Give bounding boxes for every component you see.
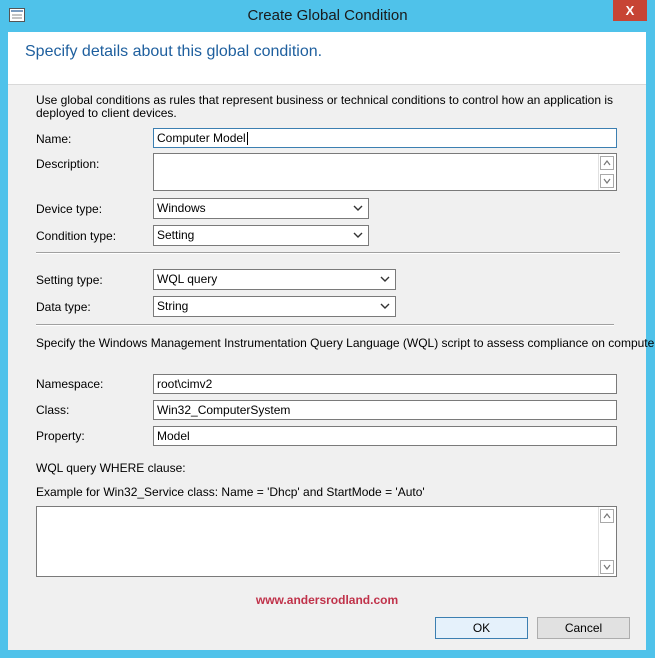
watermark-text: www.andersrodland.com	[255, 593, 399, 607]
scroll-up-icon[interactable]	[600, 509, 614, 523]
device-type-value: Windows	[157, 201, 206, 215]
device-type-select[interactable]: Windows	[153, 198, 369, 219]
header-band: Specify details about this global condit…	[8, 32, 646, 85]
title-bar[interactable]: Create Global Condition X	[0, 0, 655, 32]
setting-type-value: WQL query	[157, 272, 218, 286]
namespace-value: root\cimv2	[157, 377, 213, 391]
property-value: Model	[157, 429, 190, 443]
wql-info-text: Specify the Windows Management Instrumen…	[36, 336, 655, 350]
section-divider	[36, 324, 614, 326]
setting-type-select[interactable]: WQL query	[153, 269, 396, 290]
namespace-input[interactable]: root\cimv2	[153, 374, 617, 394]
device-type-label: Device type:	[36, 202, 103, 216]
setting-type-label: Setting type:	[36, 273, 103, 287]
chevron-down-icon	[353, 232, 363, 238]
chevron-down-icon	[380, 276, 390, 282]
property-label: Property:	[36, 429, 85, 443]
class-value: Win32_ComputerSystem	[157, 403, 291, 417]
scroll-down-icon[interactable]	[600, 560, 614, 574]
ok-button[interactable]: OK	[435, 617, 528, 639]
namespace-label: Namespace:	[36, 377, 104, 391]
condition-type-select[interactable]: Setting	[153, 225, 369, 246]
dialog-window: Create Global Condition X Specify detail…	[0, 0, 655, 658]
description-label: Description:	[36, 157, 100, 171]
condition-type-value: Setting	[157, 228, 195, 242]
where-example-text: Example for Win32_Service class: Name = …	[36, 485, 425, 499]
text-caret	[246, 132, 248, 146]
description-input[interactable]	[153, 153, 617, 191]
scroll-up-icon[interactable]	[600, 156, 614, 170]
class-input[interactable]: Win32_ComputerSystem	[153, 400, 617, 420]
where-clause-scrollbar[interactable]	[598, 507, 616, 576]
chevron-down-icon	[380, 303, 390, 309]
data-type-select[interactable]: String	[153, 296, 396, 317]
where-clause-input[interactable]	[36, 506, 617, 577]
condition-type-label: Condition type:	[36, 229, 117, 243]
name-label: Name:	[36, 132, 72, 146]
scroll-down-icon[interactable]	[600, 174, 614, 188]
property-input[interactable]: Model	[153, 426, 617, 446]
close-button[interactable]: X	[613, 0, 647, 21]
name-value: Computer Model	[157, 131, 246, 145]
description-scrollbar[interactable]	[598, 154, 616, 190]
cancel-button[interactable]: Cancel	[537, 617, 630, 639]
where-clause-label: WQL query WHERE clause:	[36, 461, 186, 475]
name-input[interactable]: Computer Model	[153, 128, 617, 148]
dialog-client: Specify details about this global condit…	[8, 32, 655, 650]
chevron-down-icon	[353, 205, 363, 211]
window-title: Create Global Condition	[247, 7, 408, 24]
class-label: Class:	[36, 403, 70, 417]
intro-text: Use global conditions as rules that repr…	[36, 93, 613, 120]
page-heading: Specify details about this global condit…	[25, 43, 323, 60]
data-type-value: String	[157, 299, 189, 313]
data-type-label: Data type:	[36, 300, 91, 314]
section-divider	[36, 252, 620, 254]
